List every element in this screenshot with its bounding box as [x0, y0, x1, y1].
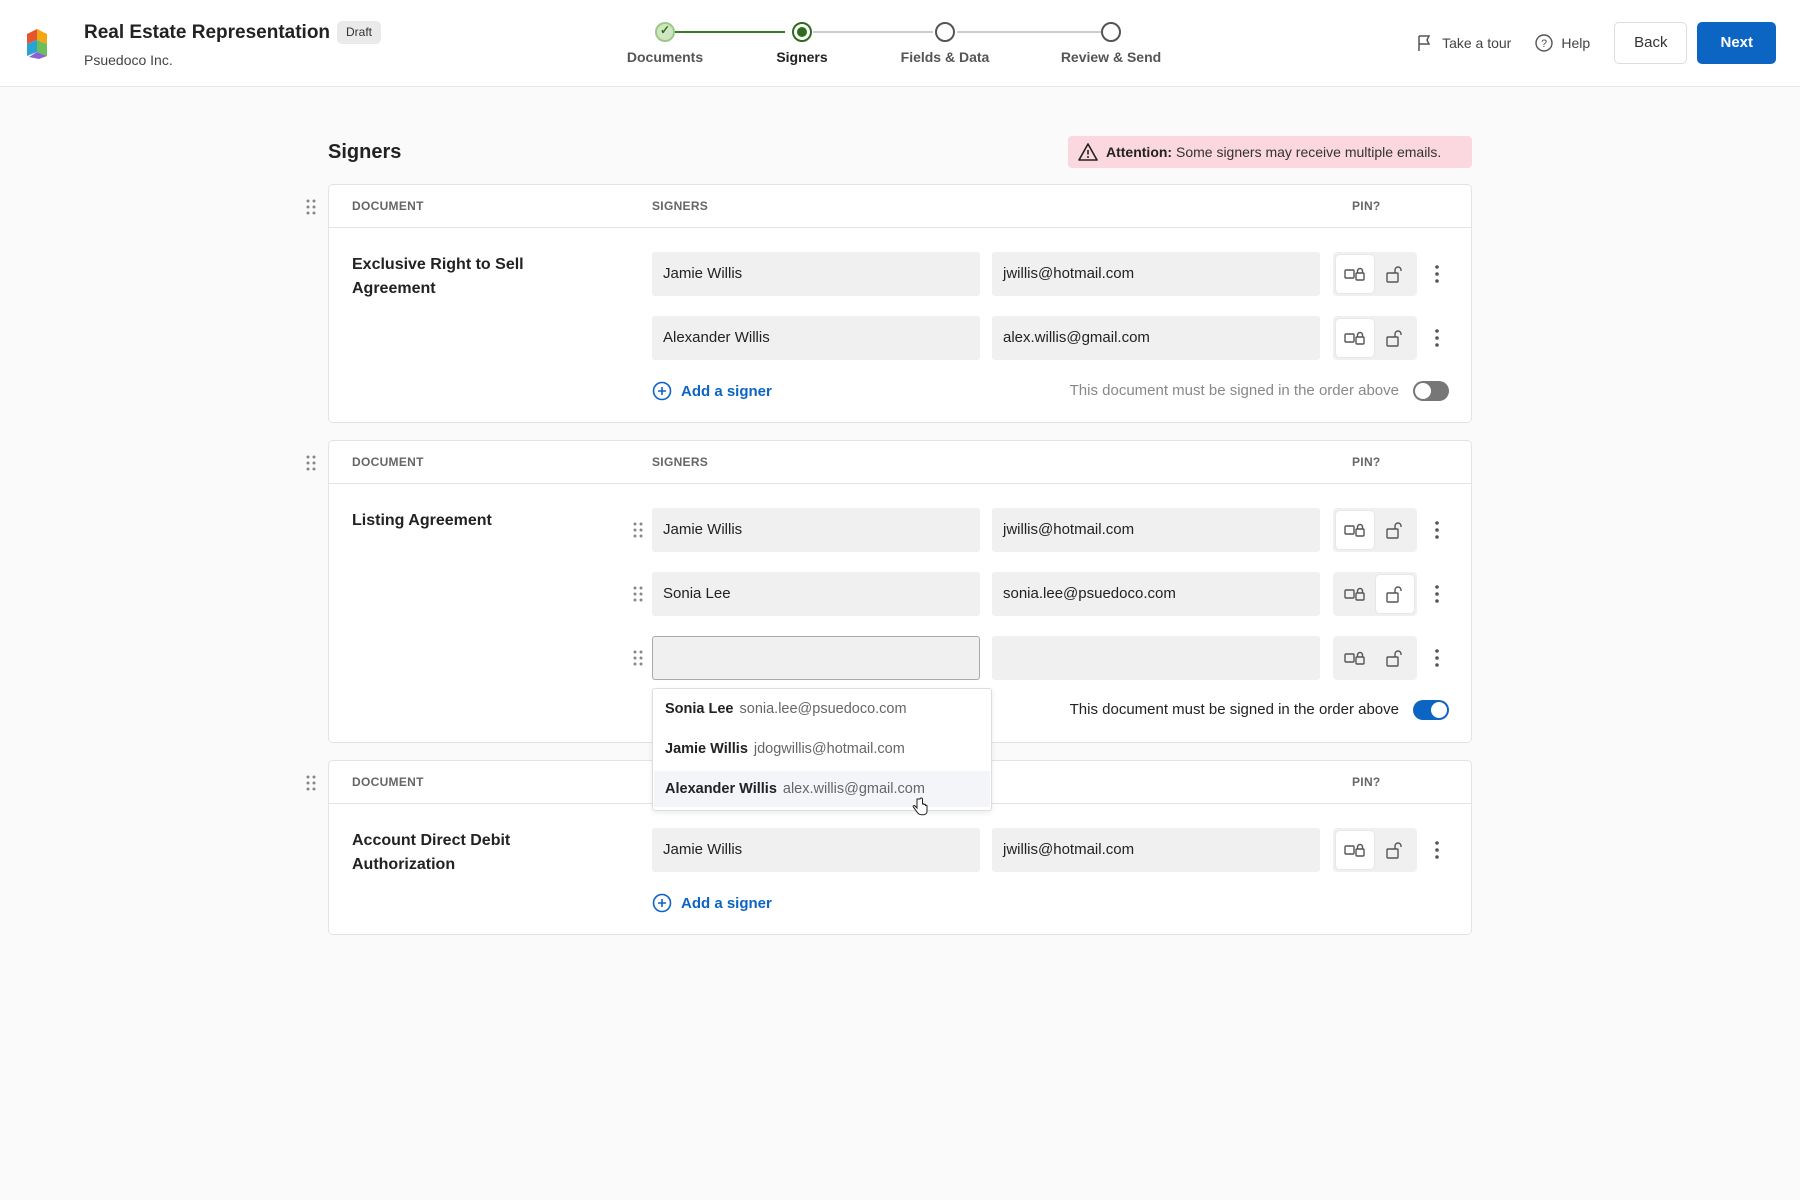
- pin-lock-icon: [1344, 267, 1365, 281]
- pin-required-button[interactable]: [1336, 255, 1374, 293]
- signer-row: [329, 636, 1473, 680]
- pin-required-button[interactable]: [1336, 831, 1374, 869]
- more-options-icon[interactable]: [1432, 520, 1442, 540]
- page-title: Signers: [328, 141, 402, 163]
- signer-name-input[interactable]: Sonia Lee: [652, 572, 980, 616]
- pin-required-button[interactable]: [1336, 575, 1374, 613]
- card-header: DOCUMENT SIGNERS PIN?: [329, 441, 1471, 484]
- signing-order-label: This document must be signed in the orde…: [1069, 382, 1399, 399]
- signer-email-input[interactable]: jwillis@hotmail.com: [992, 508, 1320, 552]
- pin-required-button[interactable]: [1336, 319, 1374, 357]
- pin-toggle-group: [1333, 252, 1417, 296]
- no-pin-button[interactable]: [1376, 255, 1414, 293]
- more-options-icon[interactable]: [1432, 648, 1442, 668]
- add-signer-button[interactable]: Add a signer: [652, 381, 772, 401]
- signer-email-input[interactable]: jwillis@hotmail.com: [992, 828, 1320, 872]
- pin-lock-icon: [1344, 331, 1365, 345]
- pin-lock-icon: [1344, 587, 1365, 601]
- unlock-icon: [1386, 266, 1402, 283]
- signer-name-input[interactable]: Alexander Willis: [652, 316, 980, 360]
- drag-handle-icon[interactable]: [633, 650, 643, 666]
- unlock-icon: [1386, 522, 1402, 539]
- unlock-icon: [1386, 650, 1402, 667]
- pin-required-button[interactable]: [1336, 639, 1374, 677]
- document-card: DOCUMENT SIGNERS PIN? Exclusive Right to…: [306, 184, 1473, 423]
- signer-row: Jamie Willis jwillis@hotmail.com: [329, 828, 1473, 872]
- flag-icon: [1418, 35, 1431, 51]
- pin-toggle-group: [1333, 572, 1417, 616]
- pin-toggle-group: [1333, 316, 1417, 360]
- hand-cursor-icon: [912, 797, 928, 816]
- drag-handle-icon[interactable]: [306, 199, 316, 215]
- signing-order-toggle[interactable]: [1413, 381, 1449, 401]
- help-button[interactable]: ? Help: [1535, 34, 1590, 52]
- signer-row: Alexander Willis alex.willis@gmail.com: [329, 316, 1473, 360]
- no-pin-button[interactable]: [1376, 831, 1414, 869]
- card-header: DOCUMENT SIGNERS PIN?: [329, 185, 1471, 228]
- warning-icon: [1078, 143, 1098, 161]
- signing-order-label: This document must be signed in the orde…: [1069, 701, 1399, 718]
- pin-toggle-group: [1333, 636, 1417, 680]
- top-header: Real Estate Representation Draft Psuedoc…: [0, 0, 1800, 87]
- unlock-icon: [1386, 586, 1402, 603]
- unlock-icon: [1386, 330, 1402, 347]
- pin-lock-icon: [1344, 843, 1365, 857]
- signer-email-input[interactable]: [992, 636, 1320, 680]
- suggestion-option[interactable]: Alexander Willis alex.willis@gmail.com: [654, 771, 990, 807]
- back-button[interactable]: Back: [1614, 22, 1688, 64]
- drag-handle-icon[interactable]: [633, 522, 643, 538]
- suggestion-option[interactable]: Sonia Lee sonia.lee@psuedoco.com: [654, 691, 990, 727]
- step-signers[interactable]: Signers: [722, 22, 882, 65]
- signer-name-input[interactable]: Jamie Willis: [652, 252, 980, 296]
- signing-order-toggle[interactable]: [1413, 700, 1449, 720]
- suggestion-option[interactable]: Jamie Willis jdogwillis@hotmail.com: [654, 731, 990, 767]
- signer-name-input[interactable]: Jamie Willis: [652, 508, 980, 552]
- no-pin-button[interactable]: [1376, 511, 1414, 549]
- signer-row: Sonia Lee sonia.lee@psuedoco.com: [329, 572, 1473, 616]
- more-options-icon[interactable]: [1432, 584, 1442, 604]
- more-options-icon[interactable]: [1432, 328, 1442, 348]
- pending-step-icon: [1101, 22, 1121, 42]
- current-step-icon: [792, 22, 812, 42]
- attention-banner: Attention: Some signers may receive mult…: [1068, 136, 1472, 168]
- pin-toggle-group: [1333, 508, 1417, 552]
- step-documents[interactable]: Documents: [585, 22, 745, 65]
- step-review-send[interactable]: Review & Send: [1031, 22, 1191, 65]
- take-tour-button[interactable]: Take a tour: [1416, 34, 1511, 52]
- more-options-icon[interactable]: [1432, 840, 1442, 860]
- add-signer-button[interactable]: Add a signer: [652, 893, 772, 913]
- signer-suggestions-dropdown: Sonia Lee sonia.lee@psuedoco.com Jamie Wi…: [652, 688, 992, 811]
- svg-text:?: ?: [1541, 38, 1547, 50]
- no-pin-button[interactable]: [1376, 639, 1414, 677]
- more-options-icon[interactable]: [1432, 264, 1442, 284]
- drag-handle-icon[interactable]: [633, 586, 643, 602]
- drag-handle-icon[interactable]: [306, 775, 316, 791]
- signer-name-input[interactable]: [652, 636, 980, 680]
- step-fields-data[interactable]: Fields & Data: [865, 22, 1025, 65]
- pin-required-button[interactable]: [1336, 511, 1374, 549]
- pin-toggle-group: [1333, 828, 1417, 872]
- signer-email-input[interactable]: alex.willis@gmail.com: [992, 316, 1320, 360]
- signer-row: Jamie Willis jwillis@hotmail.com: [329, 252, 1473, 296]
- header-actions: Take a tour ? Help Back Next: [1416, 22, 1776, 64]
- signer-row: Jamie Willis jwillis@hotmail.com: [329, 508, 1473, 552]
- no-pin-button[interactable]: [1376, 575, 1414, 613]
- plus-circle-icon: [652, 893, 672, 913]
- pin-lock-icon: [1344, 523, 1365, 537]
- no-pin-button[interactable]: [1376, 319, 1414, 357]
- signer-email-input[interactable]: jwillis@hotmail.com: [992, 252, 1320, 296]
- signer-name-input[interactable]: Jamie Willis: [652, 828, 980, 872]
- check-icon: [655, 22, 675, 42]
- unlock-icon: [1386, 842, 1402, 859]
- next-button[interactable]: Next: [1697, 22, 1776, 64]
- help-icon: ?: [1535, 34, 1554, 52]
- pin-lock-icon: [1344, 651, 1365, 665]
- plus-circle-icon: [652, 381, 672, 401]
- pending-step-icon: [935, 22, 955, 42]
- drag-handle-icon[interactable]: [306, 455, 316, 471]
- signer-email-input[interactable]: sonia.lee@psuedoco.com: [992, 572, 1320, 616]
